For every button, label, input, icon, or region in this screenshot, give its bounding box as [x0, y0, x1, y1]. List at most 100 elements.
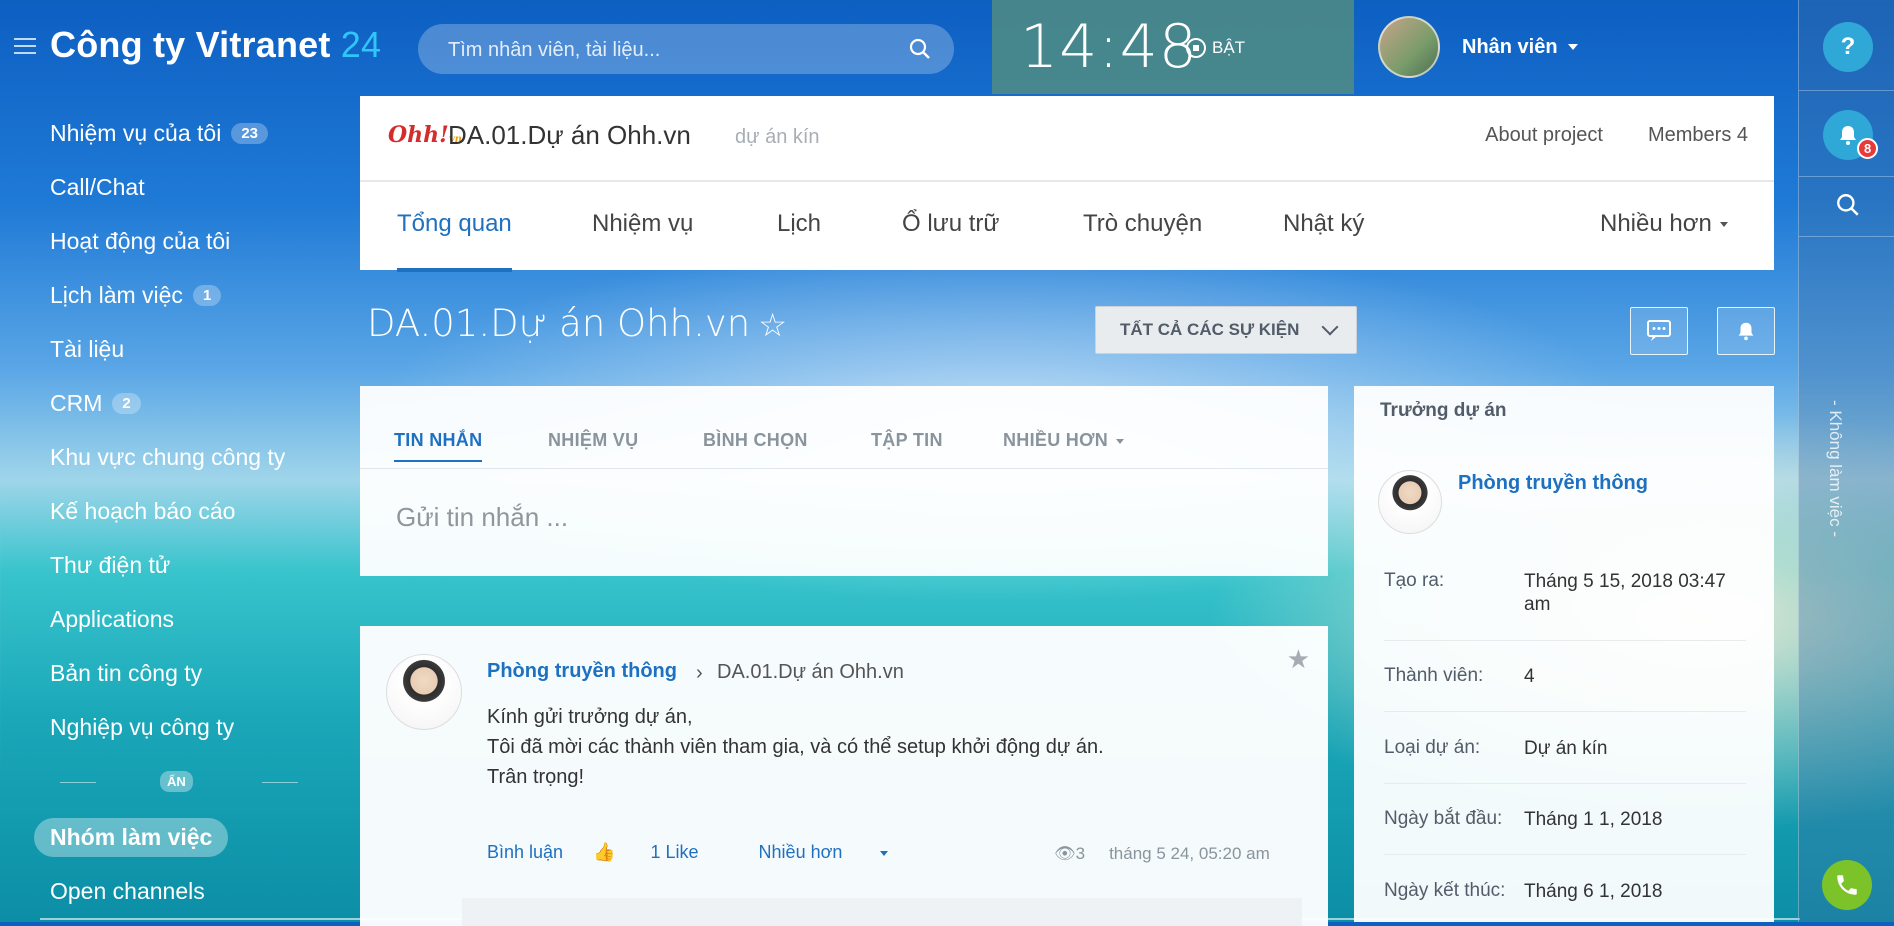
- sidebar-item-email[interactable]: Thư điện tử: [50, 538, 340, 592]
- post-line: Tôi đã mời các thành viên tham gia, và c…: [487, 736, 1104, 758]
- sidebar-hidden-divider: ẨN: [60, 770, 300, 794]
- chevron-down-icon: [1116, 438, 1125, 444]
- clock-status-label: BẬT: [1212, 38, 1246, 57]
- tab-more-label: Nhiều hơn: [1600, 210, 1712, 237]
- sidebar-item-label: Lịch làm việc: [50, 281, 183, 308]
- chat-button[interactable]: [1630, 307, 1688, 355]
- info-value: Dự án kín: [1524, 738, 1608, 759]
- help-label: ?: [1840, 33, 1856, 60]
- avatar[interactable]: [386, 654, 462, 730]
- tab-overview[interactable]: Tổng quan: [397, 210, 512, 272]
- chevron-down-icon: [1321, 318, 1339, 336]
- bell-icon[interactable]: 8: [1823, 110, 1879, 160]
- members-link[interactable]: Members 4: [1648, 124, 1748, 147]
- tab-more[interactable]: Nhiều hơn: [1600, 210, 1728, 238]
- like-button[interactable]: 👍 1 Like: [593, 842, 728, 863]
- sidebar-item-label: Nhiệm vụ của tôi: [50, 119, 222, 146]
- info-row-end: Ngày kết thúc: Tháng 6 1, 2018: [1384, 880, 1746, 918]
- tab-message[interactable]: TIN NHẮN: [394, 430, 483, 462]
- sidebar-item-label: CRM: [50, 389, 103, 416]
- counter-badge: 1: [192, 284, 222, 306]
- clock-stop-icon: [1186, 38, 1206, 58]
- sidebar-item-newsletter[interactable]: Bản tin công ty: [50, 646, 340, 700]
- info-value: Tháng 6 1, 2018: [1524, 881, 1663, 902]
- avatar[interactable]: [1378, 16, 1440, 78]
- search-box: [418, 24, 954, 76]
- search-input[interactable]: [446, 24, 890, 76]
- view-counter: 👁3: [1054, 844, 1085, 864]
- sidebar-item-applications[interactable]: Applications: [50, 592, 340, 646]
- sidebar-item-open-channels[interactable]: Open channels: [50, 878, 205, 905]
- post-line: Kính gửi trưởng dự án,: [487, 706, 693, 728]
- star-icon[interactable]: ★: [1287, 644, 1310, 675]
- post-body: Kính gửi trưởng dự án, Tôi đã mời các th…: [487, 702, 1104, 792]
- sidebar-item-my-activity[interactable]: Hoạt động của tôi: [50, 214, 340, 268]
- post-time[interactable]: tháng 5 24, 05:20 am: [1109, 844, 1270, 864]
- clock-status[interactable]: BẬT: [1186, 38, 1245, 58]
- project-header-card: Ohh!vn DA.01.Dự án Ohh.vn dự án kín Abou…: [360, 96, 1774, 272]
- chevron-down-icon: [1719, 222, 1728, 228]
- tab-more-label: NHIỀU HƠN: [1003, 430, 1109, 450]
- post-line: Trân trọng!: [487, 766, 585, 788]
- phone-glyph: [1837, 875, 1857, 895]
- like-icon: 👍: [593, 842, 616, 862]
- avatar[interactable]: [1378, 470, 1442, 534]
- events-filter-label: TẤT CẢ CÁC SỰ KIỆN: [1120, 320, 1300, 339]
- divider-line: [262, 782, 298, 783]
- star-icon[interactable]: ☆: [758, 306, 787, 344]
- sidebar-item-call-chat[interactable]: Call/Chat: [50, 160, 340, 214]
- tab-tasks[interactable]: Nhiệm vụ: [592, 210, 693, 238]
- user-name[interactable]: Nhân viên: [1462, 36, 1558, 59]
- project-tabs: Tổng quan Nhiệm vụ Lịch Ổ lưu trữ Trò ch…: [360, 182, 1774, 272]
- work-status-vertical: - Không làm việc -: [1826, 400, 1845, 537]
- sidebar-item-label: Nghiệp vụ công ty: [50, 713, 235, 740]
- sidebar-item-my-tasks[interactable]: Nhiệm vụ của tôi 23: [50, 106, 340, 160]
- tab-poll[interactable]: BÌNH CHỌN: [703, 430, 808, 451]
- company-logo[interactable]: Công ty Vitranet 24: [50, 24, 381, 66]
- info-value: Tháng 1 1, 2018: [1524, 809, 1663, 830]
- user-menu[interactable]: Nhân viên: [1378, 16, 1578, 78]
- about-project-link[interactable]: About project: [1485, 124, 1603, 147]
- info-row-start: Ngày bắt đầu: Tháng 1 1, 2018: [1384, 808, 1746, 855]
- tab-file[interactable]: TẬP TIN: [871, 430, 943, 451]
- eye-icon: 👁: [1054, 844, 1076, 863]
- post-destination[interactable]: DA.01.Dự án Ohh.vn: [717, 661, 904, 684]
- project-owner[interactable]: Phòng truyền thông: [1458, 472, 1648, 495]
- hide-toggle[interactable]: ẨN: [160, 771, 193, 792]
- work-clock[interactable]: 14:48 BẬT: [992, 0, 1354, 94]
- sidebar-item-report-plan[interactable]: Kế hoạch báo cáo: [50, 484, 340, 538]
- chevron-down-icon[interactable]: [1567, 44, 1578, 50]
- more-actions[interactable]: Nhiều hơn: [759, 842, 919, 863]
- sidebar-item-crm[interactable]: CRM 2: [50, 376, 340, 430]
- menu-icon[interactable]: [14, 38, 36, 59]
- info-row-members: Thành viên: 4: [1384, 665, 1746, 712]
- phone-icon[interactable]: [1822, 860, 1872, 910]
- page-title-text: DA.01.Dự án Ohh.vn: [367, 302, 751, 345]
- sidebar-item-calendar[interactable]: Lịch làm việc 1: [50, 268, 340, 322]
- help-icon[interactable]: ?: [1823, 22, 1873, 72]
- sidebar-item-workgroups[interactable]: Nhóm làm việc: [34, 818, 229, 857]
- follow-button[interactable]: [1717, 307, 1775, 355]
- message-input[interactable]: [394, 496, 1278, 538]
- counter-badge: 23: [231, 122, 268, 144]
- tab-chat[interactable]: Trò chuyện: [1083, 210, 1202, 238]
- events-filter-button[interactable]: TẤT CẢ CÁC SỰ KIỆN: [1095, 306, 1357, 354]
- sidebar-item-documents[interactable]: Tài liệu: [50, 322, 340, 376]
- sidebar-item-label: Kế hoạch báo cáo: [50, 497, 236, 524]
- sidebar-item-company-area[interactable]: Khu vực chung công ty: [50, 430, 340, 484]
- info-row-created: Tạo ra: Tháng 5 15, 2018 03:47 am: [1384, 570, 1746, 641]
- composer-tabs: TIN NHẮN NHIỆM VỤ BÌNH CHỌN TẬP TIN NHIỀ…: [360, 386, 1328, 469]
- more-actions-label: Nhiều hơn: [758, 842, 843, 862]
- search-icon[interactable]: [908, 37, 932, 61]
- tab-calendar[interactable]: Lịch: [777, 210, 821, 238]
- comment-link[interactable]: Bình luận: [487, 842, 563, 863]
- post-author[interactable]: Phòng truyền thông: [487, 660, 677, 683]
- sidebar-item-operations[interactable]: Nghiệp vụ công ty: [50, 700, 340, 754]
- post-meta: 👁3 tháng 5 24, 05:20 am: [1054, 844, 1270, 864]
- feed-composer: TIN NHẮN NHIỆM VỤ BÌNH CHỌN TẬP TIN NHIỀ…: [360, 386, 1328, 576]
- tab-more[interactable]: NHIỀU HƠN: [1003, 430, 1125, 451]
- tab-log[interactable]: Nhật ký: [1283, 210, 1364, 238]
- search-icon[interactable]: [1835, 192, 1861, 218]
- tab-task[interactable]: NHIỆM VỤ: [548, 430, 638, 451]
- tab-drive[interactable]: Ổ lưu trữ: [902, 210, 999, 238]
